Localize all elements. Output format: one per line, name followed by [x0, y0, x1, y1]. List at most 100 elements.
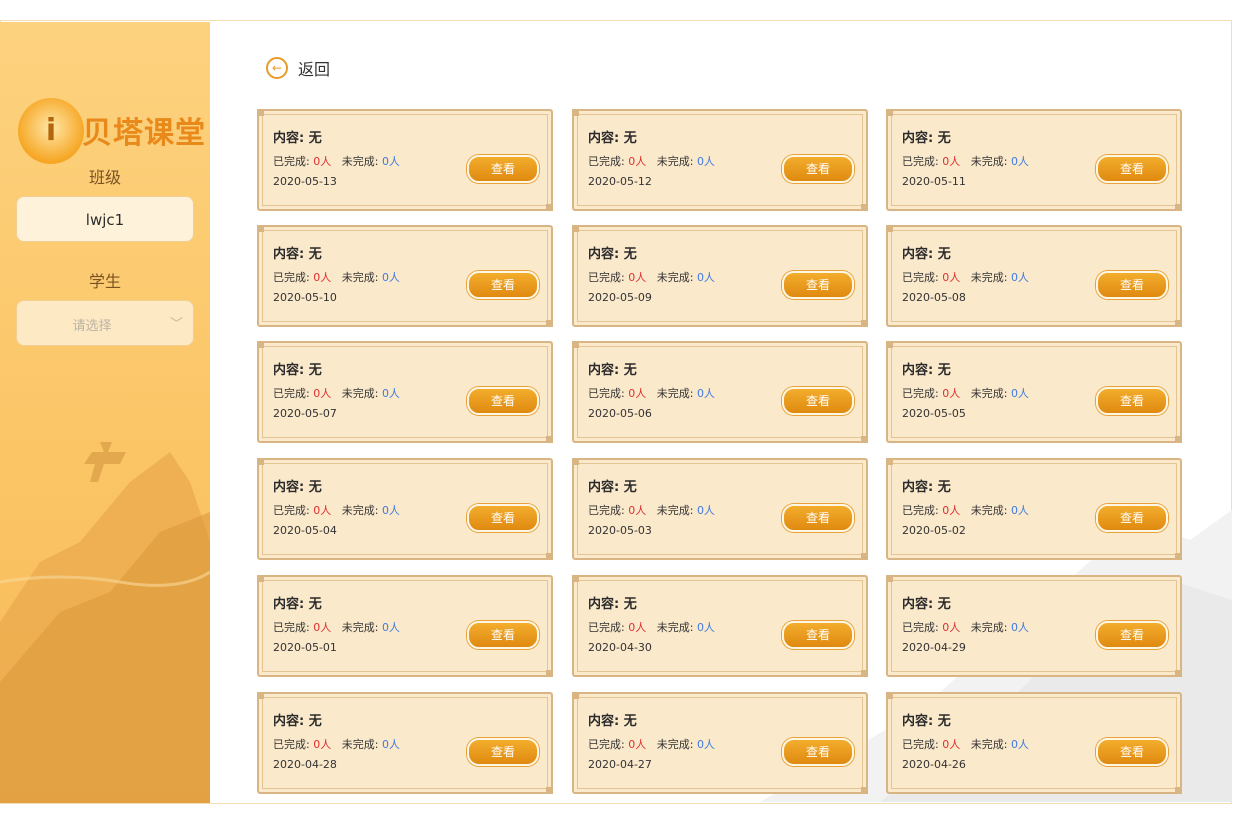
todo-label: 未完成: [341, 504, 379, 517]
done-label: 已完成: [588, 155, 625, 168]
card-stats: 已完成: 0人 未完成: 0人 [902, 502, 1029, 518]
view-button[interactable]: 查看 [782, 738, 854, 766]
todo-label: 未完成: [970, 504, 1008, 517]
view-button[interactable]: 查看 [1096, 155, 1168, 183]
card-stats: 已完成: 0人 未完成: 0人 [588, 153, 715, 169]
view-button[interactable]: 查看 [1096, 387, 1168, 415]
task-card: 内容: 无已完成: 0人 未完成: 0人 2020-05-04 查看 [257, 458, 553, 560]
view-button[interactable]: 查看 [782, 504, 854, 532]
todo-label: 未完成: [656, 738, 694, 751]
todo-count: 0人 [381, 155, 400, 168]
student-select[interactable]: 请选择 ﹀ [16, 300, 194, 346]
task-card: 内容: 无已完成: 0人 未完成: 0人 2020-05-09 查看 [572, 225, 868, 327]
todo-label: 未完成: [656, 504, 694, 517]
todo-count: 0人 [1010, 155, 1029, 168]
card-title: 内容: 无 [902, 480, 951, 495]
done-label: 已完成: [273, 271, 310, 284]
done-label: 已完成: [588, 387, 625, 400]
done-count: 0人 [628, 621, 647, 634]
back-button[interactable]: ← 返回 [266, 55, 330, 81]
todo-count: 0人 [696, 621, 715, 634]
task-card: 内容: 无已完成: 0人 未完成: 0人 2020-05-02 查看 [886, 458, 1182, 560]
done-count: 0人 [942, 387, 961, 400]
view-button[interactable]: 查看 [782, 387, 854, 415]
done-count: 0人 [313, 271, 332, 284]
task-card: 内容: 无已完成: 0人 未完成: 0人 2020-05-08 查看 [886, 225, 1182, 327]
task-card: 内容: 无已完成: 0人 未完成: 0人 2020-05-01 查看 [257, 575, 553, 677]
view-button[interactable]: 查看 [1096, 271, 1168, 299]
card-date: 2020-05-01 [273, 641, 337, 654]
todo-count: 0人 [696, 504, 715, 517]
todo-label: 未完成: [656, 155, 694, 168]
view-button[interactable]: 查看 [467, 504, 539, 532]
card-title: 内容: 无 [902, 363, 951, 378]
card-stats: 已完成: 0人 未完成: 0人 [902, 385, 1029, 401]
class-label: 班级 [88, 168, 121, 187]
card-stats: 已完成: 0人 未完成: 0人 [588, 502, 715, 518]
todo-count: 0人 [696, 155, 715, 168]
card-title: 内容: 无 [273, 480, 322, 495]
todo-count: 0人 [1010, 621, 1029, 634]
done-label: 已完成: [588, 738, 625, 751]
todo-count: 0人 [696, 738, 715, 751]
done-label: 已完成: [273, 155, 310, 168]
todo-label: 未完成: [341, 621, 379, 634]
view-button[interactable]: 查看 [782, 271, 854, 299]
task-card: 内容: 无已完成: 0人 未完成: 0人 2020-05-06 查看 [572, 341, 868, 443]
done-count: 0人 [313, 155, 332, 168]
done-label: 已完成: [273, 387, 310, 400]
todo-count: 0人 [381, 387, 400, 400]
done-count: 0人 [628, 271, 647, 284]
done-label: 已完成: [588, 621, 625, 634]
card-stats: 已完成: 0人 未完成: 0人 [902, 619, 1029, 635]
class-select[interactable]: lwjc1 [16, 196, 194, 242]
todo-count: 0人 [696, 387, 715, 400]
view-button[interactable]: 查看 [467, 155, 539, 183]
card-title: 内容: 无 [902, 597, 951, 612]
done-count: 0人 [313, 621, 332, 634]
view-button[interactable]: 查看 [467, 621, 539, 649]
card-title: 内容: 无 [273, 714, 322, 729]
todo-count: 0人 [1010, 738, 1029, 751]
view-button[interactable]: 查看 [1096, 738, 1168, 766]
view-button[interactable]: 查看 [782, 155, 854, 183]
task-card: 内容: 无已完成: 0人 未完成: 0人 2020-05-11 查看 [886, 109, 1182, 211]
view-button[interactable]: 查看 [467, 271, 539, 299]
done-label: 已完成: [902, 621, 939, 634]
done-count: 0人 [942, 621, 961, 634]
view-button[interactable]: 查看 [1096, 504, 1168, 532]
todo-count: 0人 [381, 504, 400, 517]
view-button[interactable]: 查看 [467, 387, 539, 415]
card-stats: 已完成: 0人 未完成: 0人 [588, 619, 715, 635]
card-title: 内容: 无 [588, 597, 637, 612]
todo-label: 未完成: [970, 621, 1008, 634]
todo-label: 未完成: [341, 155, 379, 168]
card-date: 2020-04-27 [588, 758, 652, 771]
todo-label: 未完成: [341, 738, 379, 751]
todo-count: 0人 [381, 271, 400, 284]
card-title: 内容: 无 [588, 480, 637, 495]
card-stats: 已完成: 0人 未完成: 0人 [273, 153, 400, 169]
todo-count: 0人 [696, 271, 715, 284]
done-count: 0人 [628, 387, 647, 400]
todo-label: 未完成: [970, 738, 1008, 751]
card-stats: 已完成: 0人 未完成: 0人 [273, 385, 400, 401]
done-count: 0人 [942, 738, 961, 751]
card-title: 内容: 无 [273, 597, 322, 612]
card-date: 2020-05-04 [273, 524, 337, 537]
logo: i 贝塔课堂 [18, 98, 208, 168]
view-button[interactable]: 查看 [782, 621, 854, 649]
view-button[interactable]: 查看 [1096, 621, 1168, 649]
card-stats: 已完成: 0人 未完成: 0人 [273, 619, 400, 635]
task-card: 内容: 无已完成: 0人 未完成: 0人 2020-04-29 查看 [886, 575, 1182, 677]
card-date: 2020-05-11 [902, 175, 966, 188]
logo-icon: i [18, 98, 84, 164]
card-title: 内容: 无 [588, 363, 637, 378]
card-stats: 已完成: 0人 未完成: 0人 [902, 153, 1029, 169]
class-value: lwjc1 [85, 211, 125, 229]
card-stats: 已完成: 0人 未完成: 0人 [273, 502, 400, 518]
done-label: 已完成: [273, 621, 310, 634]
card-title: 内容: 无 [588, 131, 637, 146]
view-button[interactable]: 查看 [467, 738, 539, 766]
card-stats: 已完成: 0人 未完成: 0人 [588, 385, 715, 401]
